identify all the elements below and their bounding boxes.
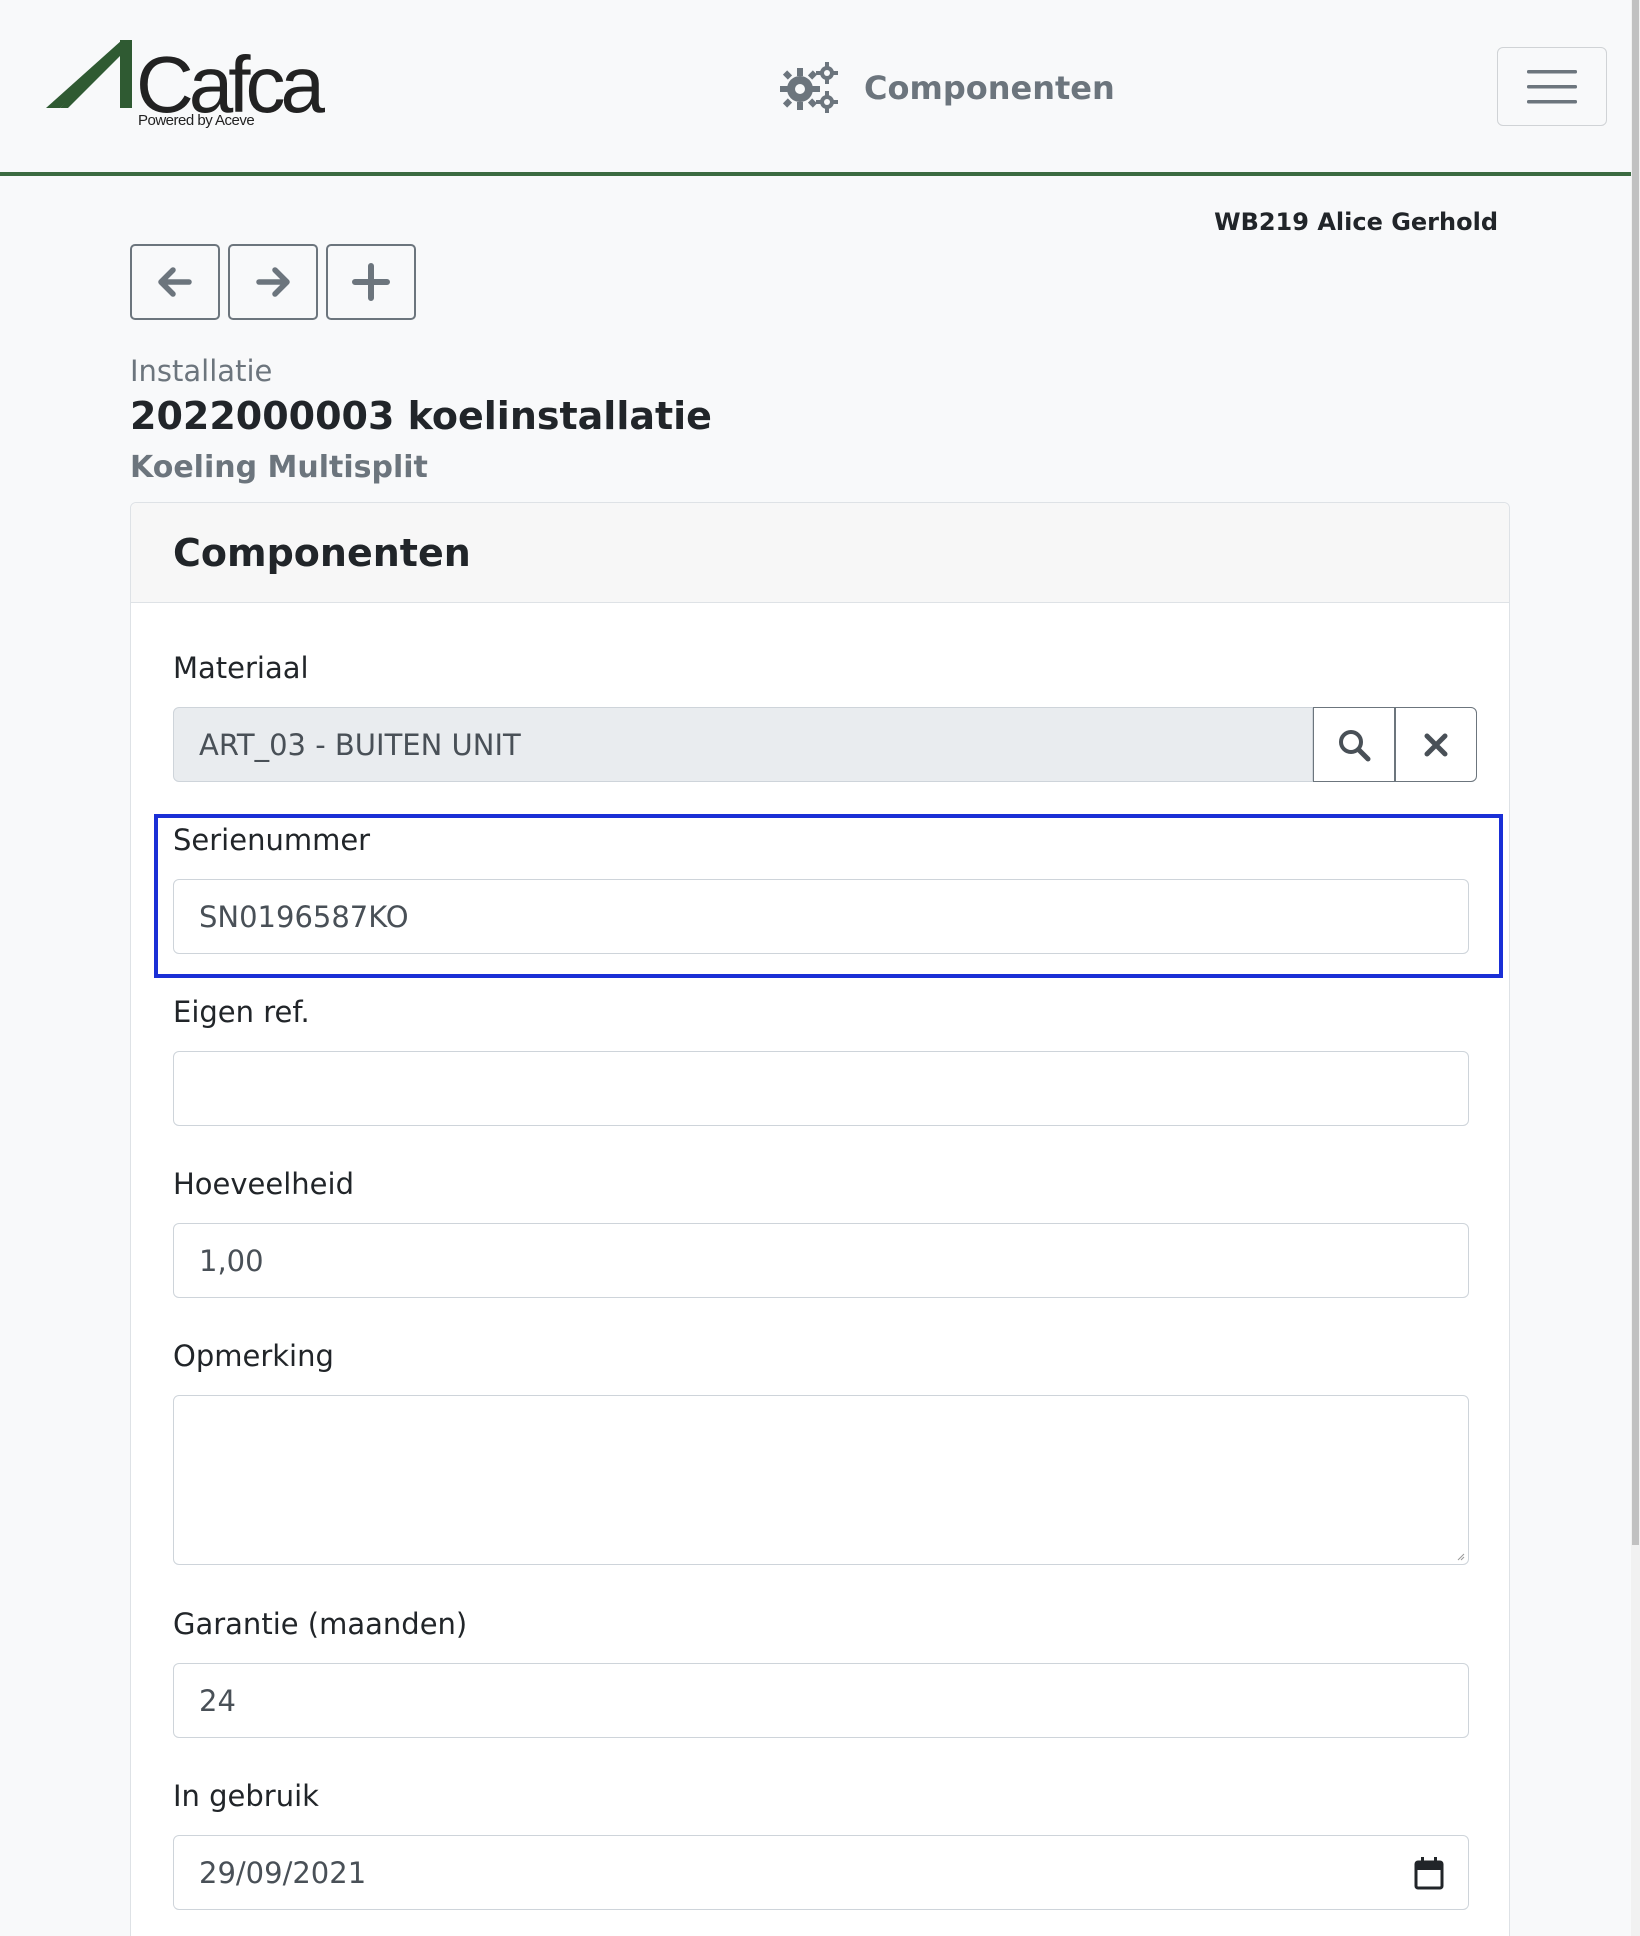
gears-icon <box>780 62 838 113</box>
arrow-right-icon <box>256 267 290 297</box>
menu-toggle-button[interactable] <box>1497 47 1607 126</box>
hoeveelheid-label: Hoeveelheid <box>173 1167 354 1201</box>
opmerking-textarea[interactable] <box>173 1395 1469 1565</box>
garantie-input[interactable]: 24 <box>173 1663 1469 1738</box>
card-header: Componenten <box>131 503 1509 603</box>
calendar-icon[interactable] <box>1414 1856 1444 1890</box>
search-icon <box>1339 729 1371 761</box>
page-scrollbar[interactable] <box>1631 0 1640 1936</box>
cafca-logo[interactable]: Cafca Powered by Aceve <box>46 40 326 135</box>
materiaal-clear-button[interactable] <box>1395 707 1477 782</box>
hamburger-icon <box>1527 69 1577 103</box>
garantie-label: Garantie (maanden) <box>173 1607 468 1641</box>
top-navbar: Cafca Powered by Aceve Componenten <box>0 0 1631 176</box>
record-subtitle: Koeling Multisplit <box>130 450 428 485</box>
materiaal-search-button[interactable] <box>1313 707 1395 782</box>
plus-icon <box>352 263 390 301</box>
card-title: Componenten <box>173 530 471 575</box>
record-title: 2022000003 koelinstallatie <box>130 394 712 438</box>
next-record-button[interactable] <box>228 244 318 320</box>
in-gebruik-date-input[interactable]: 29/09/2021 <box>173 1835 1469 1910</box>
record-type-label: Installatie <box>130 354 273 388</box>
scrollbar-thumb[interactable] <box>1632 0 1639 1545</box>
eigen-ref-label: Eigen ref. <box>173 995 310 1029</box>
record-nav-toolbar <box>130 244 416 320</box>
previous-record-button[interactable] <box>130 244 220 320</box>
eigen-ref-input[interactable] <box>173 1051 1469 1126</box>
opmerking-label: Opmerking <box>173 1339 334 1373</box>
add-record-button[interactable] <box>326 244 416 320</box>
hoeveelheid-input[interactable]: 1,00 <box>173 1223 1469 1298</box>
serienummer-label: Serienummer <box>173 823 371 857</box>
component-card: Componenten Materiaal ART_03 - BUITEN UN… <box>130 502 1510 1936</box>
logo-mark-icon <box>46 40 132 108</box>
logo-tagline: Powered by Aceve <box>138 112 255 129</box>
materiaal-field: ART_03 - BUITEN UNIT <box>173 707 1313 782</box>
in-gebruik-label: In gebruik <box>173 1779 319 1813</box>
page-heading: Componenten <box>780 58 1115 118</box>
close-icon <box>1424 733 1448 756</box>
arrow-left-icon <box>158 267 192 297</box>
materiaal-label: Materiaal <box>173 651 309 685</box>
serienummer-input[interactable]: SN0196587KO <box>173 879 1469 954</box>
current-user: WB219 Alice Gerhold <box>1214 208 1498 236</box>
in-gebruik-value: 29/09/2021 <box>199 1855 367 1890</box>
resize-grip-icon[interactable] <box>1457 1553 1465 1561</box>
page-title: Componenten <box>864 69 1115 107</box>
